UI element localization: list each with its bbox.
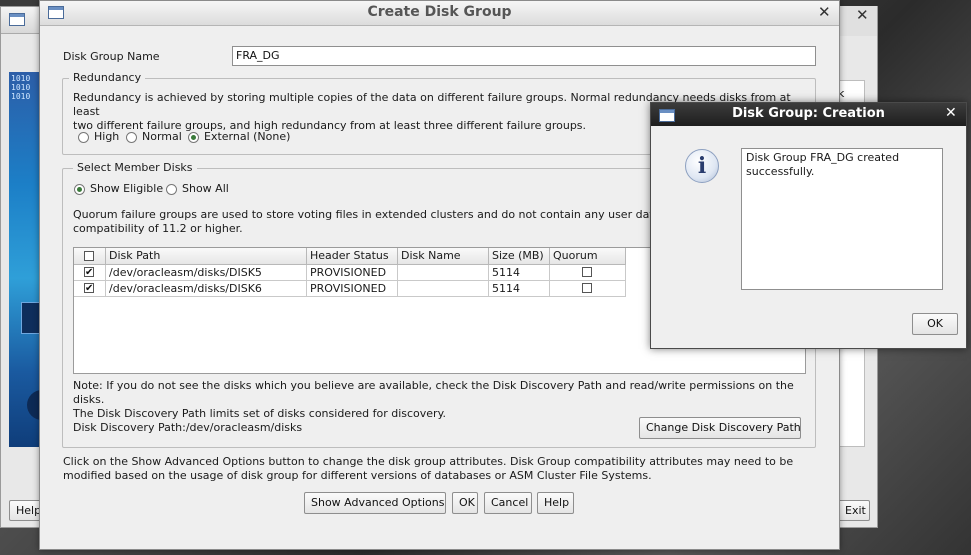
creation-ok-button[interactable]: OK <box>912 313 958 335</box>
table-row[interactable] <box>74 265 106 281</box>
radio-show-all-label: Show All <box>182 182 229 195</box>
cell-disk-name[interactable] <box>398 265 489 281</box>
exit-button[interactable]: Exit <box>838 500 870 521</box>
dialog-title: Create Disk Group <box>367 4 512 20</box>
cancel-button[interactable]: Cancel <box>484 492 532 514</box>
cell-header-status[interactable]: PROVISIONED <box>307 281 398 297</box>
discovery-note: Note: If you do not see the disks which … <box>73 379 794 420</box>
table-row[interactable] <box>74 281 106 297</box>
cell-size[interactable]: 5114 <box>489 281 550 297</box>
close-icon[interactable]: ✕ <box>818 3 831 21</box>
dialog-titlebar: Create Disk Group ✕ <box>40 1 839 26</box>
member-disks-title: Select Member Disks <box>73 161 197 174</box>
redundancy-title: Redundancy <box>69 71 146 84</box>
cell-disk-path[interactable]: /dev/oracleasm/disks/DISK5 <box>106 265 307 281</box>
creation-message-dialog: Disk Group: Creation ✕ i Disk Group FRA_… <box>650 102 967 349</box>
change-discovery-path-button[interactable]: Change Disk Discovery Path <box>639 417 801 439</box>
window-icon <box>9 13 25 26</box>
cell-size[interactable]: 5114 <box>489 265 550 281</box>
disk-group-name-input[interactable]: FRA_DG <box>232 46 816 66</box>
radio-normal[interactable] <box>126 132 137 143</box>
radio-show-eligible-label: Show Eligible <box>90 182 164 195</box>
close-icon[interactable]: ✕ <box>945 105 957 121</box>
radio-normal-label: Normal <box>142 130 182 143</box>
creation-dialog-titlebar: Disk Group: Creation ✕ <box>651 103 966 126</box>
discovery-path-label: Disk Discovery Path:/dev/oracleasm/disks <box>73 421 303 434</box>
table-header-header-status[interactable]: Header Status <box>307 248 398 265</box>
cell-header-status[interactable]: PROVISIONED <box>307 265 398 281</box>
radio-high[interactable] <box>78 132 89 143</box>
radio-external-label: External (None) <box>204 130 291 143</box>
creation-dialog-title: Disk Group: Creation <box>732 106 885 121</box>
banner-art: 1010 1010 1010 <box>9 72 41 447</box>
cell-quorum[interactable] <box>550 281 626 297</box>
creation-message: Disk Group FRA_DG created successfully. <box>741 148 943 290</box>
cell-disk-path[interactable]: /dev/oracleasm/disks/DISK6 <box>106 281 307 297</box>
table-header-select[interactable] <box>74 248 106 265</box>
advanced-options-note: Click on the Show Advanced Options butto… <box>63 455 794 482</box>
background-help-button[interactable]: Help <box>9 500 41 521</box>
help-button[interactable]: Help <box>537 492 574 514</box>
info-icon: i <box>685 149 719 183</box>
radio-external[interactable] <box>188 132 199 143</box>
cell-disk-name[interactable] <box>398 281 489 297</box>
quorum-checkbox[interactable] <box>582 283 592 293</box>
table-header-quorum[interactable]: Quorum <box>550 248 626 265</box>
row-select-checkbox[interactable] <box>84 265 94 280</box>
cell-quorum[interactable] <box>550 265 626 281</box>
ok-button[interactable]: OK <box>452 492 478 514</box>
radio-high-label: High <box>94 130 120 143</box>
radio-show-eligible[interactable] <box>74 184 85 195</box>
table-header-disk-path[interactable]: Disk Path <box>106 248 307 265</box>
select-all-checkbox[interactable] <box>84 251 94 261</box>
quorum-checkbox[interactable] <box>582 267 592 277</box>
close-icon[interactable]: ✕ <box>856 6 869 24</box>
show-advanced-options-button[interactable]: Show Advanced Options <box>304 492 446 514</box>
radio-show-all[interactable] <box>166 184 177 195</box>
disk-group-name-label: Disk Group Name <box>63 50 160 63</box>
table-header-disk-name[interactable]: Disk Name <box>398 248 489 265</box>
row-select-checkbox[interactable] <box>84 281 94 296</box>
table-header-size[interactable]: Size (MB) <box>489 248 550 265</box>
